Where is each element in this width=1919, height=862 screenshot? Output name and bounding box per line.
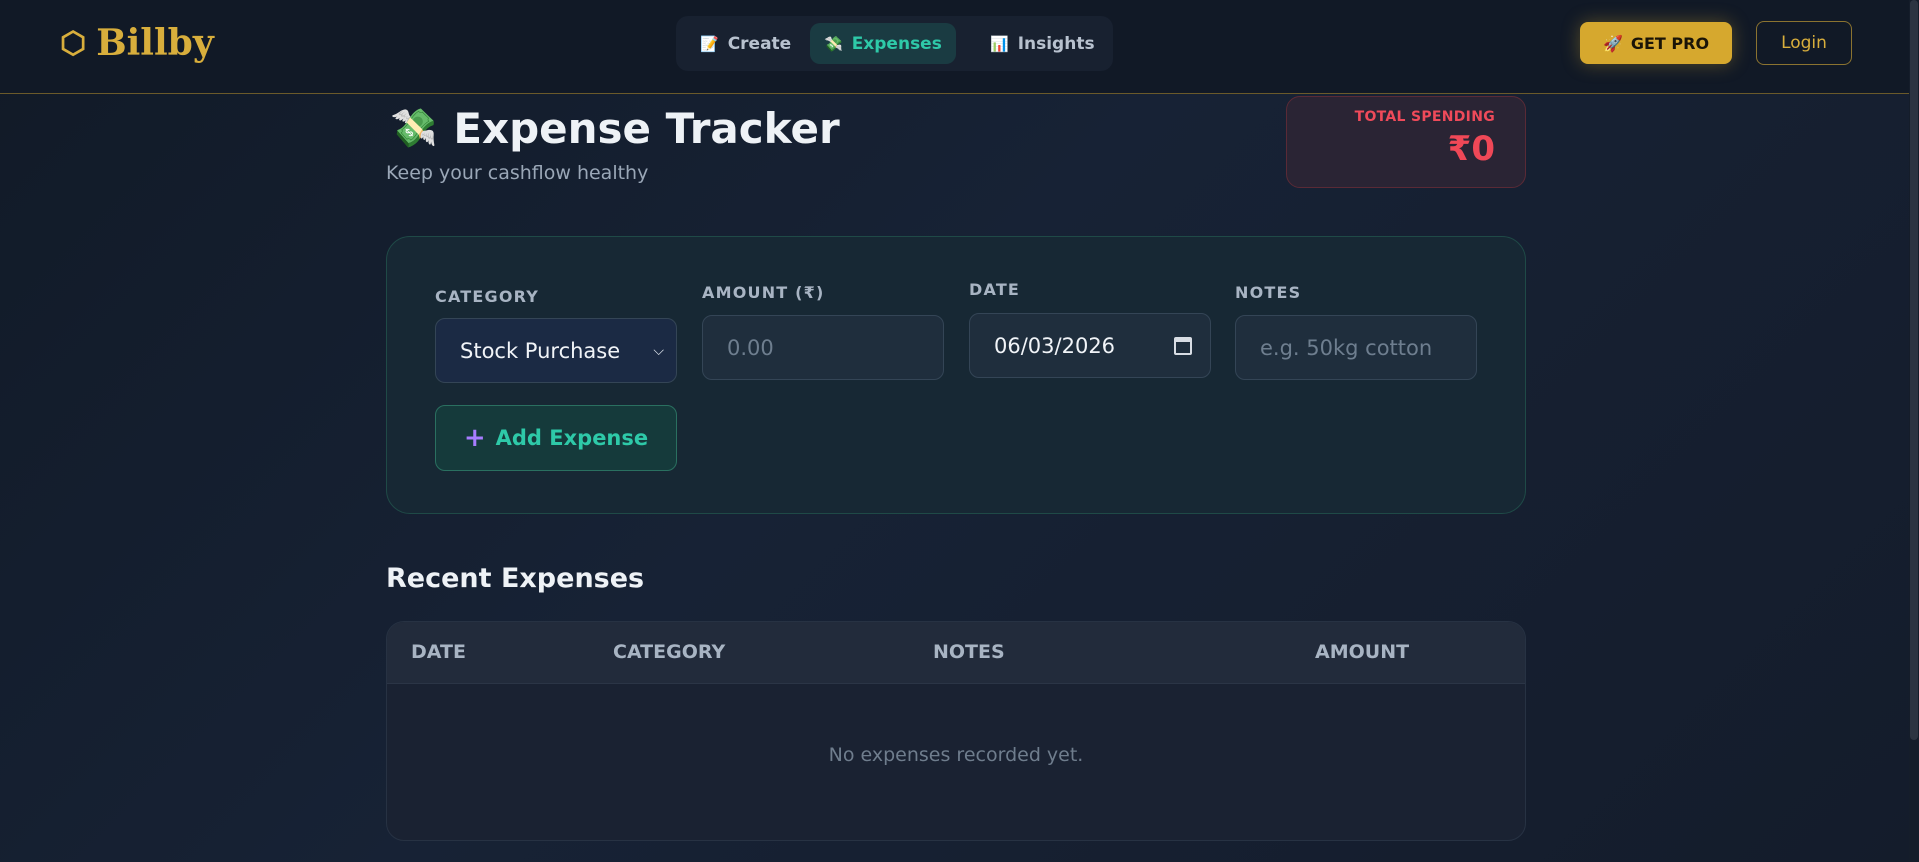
- chevron-down-icon: ⌵: [653, 342, 664, 359]
- plus-icon: +: [463, 423, 486, 453]
- notes-input[interactable]: e.g. 50kg cotton: [1235, 315, 1477, 380]
- total-spending-label: TOTAL SPENDING: [1354, 109, 1495, 125]
- memo-icon: 📝: [700, 34, 719, 53]
- empty-state-message: No expenses recorded yet.: [828, 744, 1084, 766]
- category-label: CATEGORY: [435, 287, 540, 306]
- page-title: 💸 Expense Tracker: [390, 104, 840, 153]
- total-spending-card: TOTAL SPENDING ₹0: [1286, 96, 1526, 188]
- bar-chart-icon: 📊: [990, 34, 1009, 53]
- tab-insights-label: Insights: [1017, 33, 1095, 54]
- tab-expenses-label: Expenses: [851, 33, 942, 54]
- brand-name: Billby: [96, 22, 214, 64]
- date-input[interactable]: 06/03/2026: [969, 313, 1211, 378]
- page-subtitle: Keep your cashflow healthy: [386, 162, 649, 184]
- category-select[interactable]: Stock Purchase ⌵: [435, 318, 677, 383]
- tab-create[interactable]: 📝 Create: [686, 23, 805, 64]
- notes-placeholder: e.g. 50kg cotton: [1260, 335, 1433, 360]
- add-expense-button[interactable]: + Add Expense: [435, 405, 677, 471]
- amount-label: AMOUNT (₹): [702, 283, 825, 302]
- tab-create-label: Create: [727, 33, 792, 54]
- table-header: DATE CATEGORY NOTES AMOUNT: [387, 622, 1525, 684]
- brand-logo[interactable]: ⬡ Billby: [60, 22, 214, 64]
- column-header-notes: NOTES: [933, 641, 1005, 663]
- notes-label: NOTES: [1235, 283, 1302, 302]
- rocket-icon: 🚀: [1602, 33, 1623, 53]
- total-spending-value: ₹0: [1447, 129, 1495, 169]
- main-nav: 📝 Create 💸 Expenses 📊 Insights: [676, 16, 1113, 71]
- calendar-icon[interactable]: [1174, 336, 1192, 355]
- amount-input[interactable]: 0.00: [702, 315, 944, 380]
- tab-expenses[interactable]: 💸 Expenses: [810, 23, 956, 64]
- date-value: 06/03/2026: [994, 333, 1116, 358]
- add-expense-label: Add Expense: [495, 426, 649, 450]
- date-label: DATE: [969, 280, 1021, 299]
- column-header-amount: AMOUNT: [1315, 641, 1410, 663]
- get-pro-label: GET PRO: [1630, 33, 1710, 53]
- expenses-table: DATE CATEGORY NOTES AMOUNT No expenses r…: [386, 621, 1526, 841]
- top-header: ⬡ Billby 📝 Create 💸 Expenses 📊 Insights …: [0, 0, 1913, 94]
- scrollbar-thumb[interactable]: [1910, 0, 1918, 740]
- money-wings-icon: 💸: [824, 34, 843, 53]
- hexagon-icon: ⬡: [60, 25, 87, 61]
- page-title-text: Expense Tracker: [453, 104, 840, 153]
- column-header-category: CATEGORY: [613, 641, 726, 663]
- get-pro-button[interactable]: 🚀 GET PRO: [1580, 22, 1732, 64]
- tab-insights[interactable]: 📊 Insights: [976, 23, 1109, 64]
- amount-placeholder: 0.00: [727, 335, 774, 360]
- login-button[interactable]: Login: [1756, 21, 1852, 65]
- category-selected-value: Stock Purchase: [460, 338, 621, 363]
- money-wings-icon: 💸: [390, 106, 438, 150]
- recent-expenses-title: Recent Expenses: [386, 563, 645, 594]
- column-header-date: DATE: [411, 641, 466, 663]
